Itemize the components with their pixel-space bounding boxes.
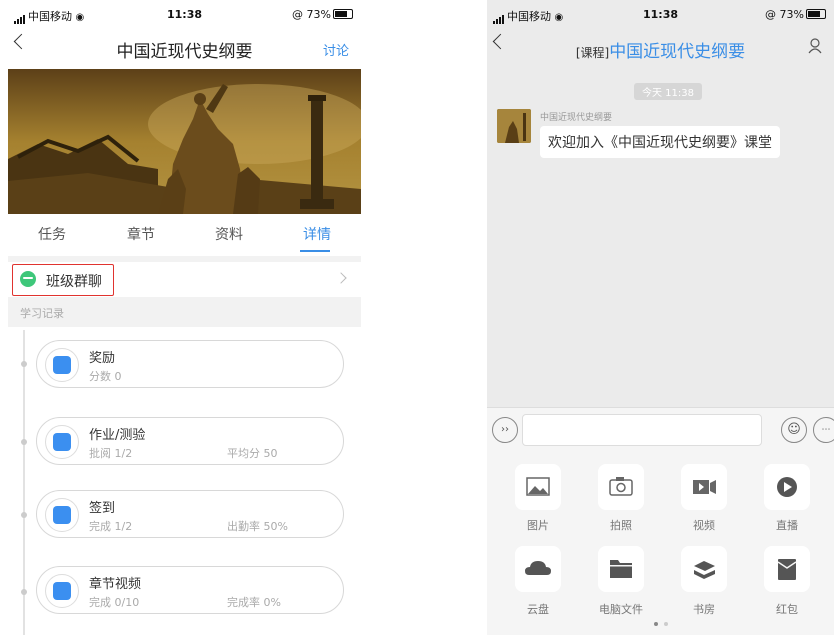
tool-label: 云盘 (527, 603, 549, 616)
voice-icon[interactable]: ›› (492, 417, 518, 443)
active-tab-indicator (300, 250, 330, 252)
sender-name: 中国近现代史纲要 (540, 113, 613, 123)
page-indicator-dot (664, 622, 668, 626)
record-card-reward[interactable]: 奖励 分数 0 (36, 340, 344, 388)
timeline-dot (21, 589, 27, 595)
tab-materials[interactable]: 资料 (215, 224, 243, 244)
group-chat-row[interactable]: 班级群聊 (8, 262, 361, 298)
timeline-dot (21, 361, 27, 367)
sender-avatar[interactable] (497, 109, 531, 143)
image-icon (526, 477, 550, 496)
record-subtitle: 完成 1/2 (89, 520, 133, 533)
message-input[interactable] (522, 414, 762, 446)
study-record-label: 学习记录 (20, 307, 64, 320)
record-title: 奖励 (89, 351, 116, 366)
tab-chapters[interactable]: 章节 (127, 224, 155, 244)
timeline-dot (21, 439, 27, 445)
group-chat-label: 班级群聊 (46, 274, 102, 290)
tool-pc-files[interactable] (598, 546, 644, 592)
battery-icon (806, 9, 826, 19)
battery-text: 73% (306, 8, 331, 21)
chat-timestamp: 今天 11:38 (634, 83, 702, 100)
video-list-icon (53, 582, 71, 600)
record-stat: 平均分 50 (227, 447, 278, 460)
homework-icon (53, 433, 71, 451)
video-icon (693, 480, 716, 494)
timeline-dot (21, 512, 27, 518)
bookshelf-icon (694, 561, 715, 579)
chevron-right-icon (335, 272, 347, 284)
location-icon: @ (765, 8, 777, 21)
record-card-homework[interactable]: 作业/测验 批阅 1/2 平均分 50 (36, 417, 344, 465)
tool-red-packet[interactable] (764, 546, 810, 592)
page-indicator-dot-active (654, 622, 658, 626)
input-bar: ›› ☺ ⋯ (487, 407, 834, 454)
record-title: 作业/测验 (89, 428, 146, 443)
tab-bar: 任务 章节 资料 详情 (8, 214, 361, 258)
keyboard-icon[interactable]: ⋯ (813, 417, 834, 443)
chat-title: [课程]中国近现代史纲要 (487, 37, 834, 62)
course-banner (8, 69, 361, 214)
tool-video[interactable] (681, 464, 727, 510)
status-bar: 中国移动 ◉ 11:38 @ 73% (8, 0, 361, 26)
members-icon[interactable] (808, 38, 824, 54)
tool-label: 电脑文件 (599, 603, 643, 616)
chat-title-text: 中国近现代史纲要 (609, 42, 746, 62)
record-title: 章节视频 (89, 577, 142, 592)
tab-details[interactable]: 详情 (303, 224, 331, 244)
record-subtitle: 批阅 1/2 (89, 447, 133, 460)
folder-icon (610, 560, 632, 578)
live-icon (777, 477, 797, 497)
nav-bar: 中国近现代史纲要 讨论 (8, 26, 361, 68)
tool-bookshelf[interactable] (681, 546, 727, 592)
tab-tasks[interactable]: 任务 (38, 224, 66, 244)
record-card-chapter-video[interactable]: 章节视频 完成 0/10 完成率 0% (36, 566, 344, 614)
tool-label: 拍照 (610, 519, 632, 532)
message-bubble[interactable]: 欢迎加入《中国近现代史纲要》课堂 (540, 126, 780, 158)
group-chat-screen: 中国移动 ◉ 11:38 @ 73% [课程]中国近现代史纲要 今天 11:38… (487, 0, 834, 635)
chat-bubble-icon (20, 271, 36, 287)
checkin-icon (53, 506, 71, 524)
course-detail-screen: 中国移动 ◉ 11:38 @ 73% 中国近现代史纲要 讨论 任务 章节 资料 … (8, 0, 361, 635)
red-packet-icon (777, 559, 797, 580)
record-stat: 完成率 0% (227, 596, 281, 609)
tool-label: 直播 (776, 519, 798, 532)
more-tools-panel: 图片 拍照 视频 直播 云盘 电脑文件 书房 红包 (487, 454, 834, 635)
tool-label: 书房 (693, 603, 715, 616)
status-bar: 中国移动 ◉ 11:38 @ 73% (487, 0, 834, 26)
monument-banner-image (8, 69, 361, 214)
tool-label: 视频 (693, 519, 715, 532)
record-subtitle: 分数 0 (89, 370, 122, 383)
award-icon (53, 356, 71, 374)
record-stat: 出勤率 50% (227, 520, 288, 533)
battery-text: 73% (779, 8, 804, 21)
nav-bar: [课程]中国近现代史纲要 (487, 26, 834, 68)
tool-label: 红包 (776, 603, 798, 616)
tool-image[interactable] (515, 464, 561, 510)
tool-live[interactable] (764, 464, 810, 510)
tool-label: 图片 (527, 519, 549, 532)
battery-icon (333, 9, 353, 19)
record-card-checkin[interactable]: 签到 完成 1/2 出勤率 50% (36, 490, 344, 538)
discuss-button[interactable]: 讨论 (323, 40, 349, 59)
cloud-icon (525, 561, 551, 575)
camera-icon (609, 477, 633, 496)
record-subtitle: 完成 0/10 (89, 596, 140, 609)
location-icon: @ (292, 8, 304, 21)
record-title: 签到 (89, 501, 116, 516)
page-title: 中国近现代史纲要 (116, 42, 253, 62)
tool-cloud[interactable] (515, 546, 561, 592)
section-header: 学习记录 (8, 297, 361, 327)
emoji-icon[interactable]: ☺ (781, 417, 807, 443)
tool-camera[interactable] (598, 464, 644, 510)
course-tag: [课程] (575, 46, 610, 60)
